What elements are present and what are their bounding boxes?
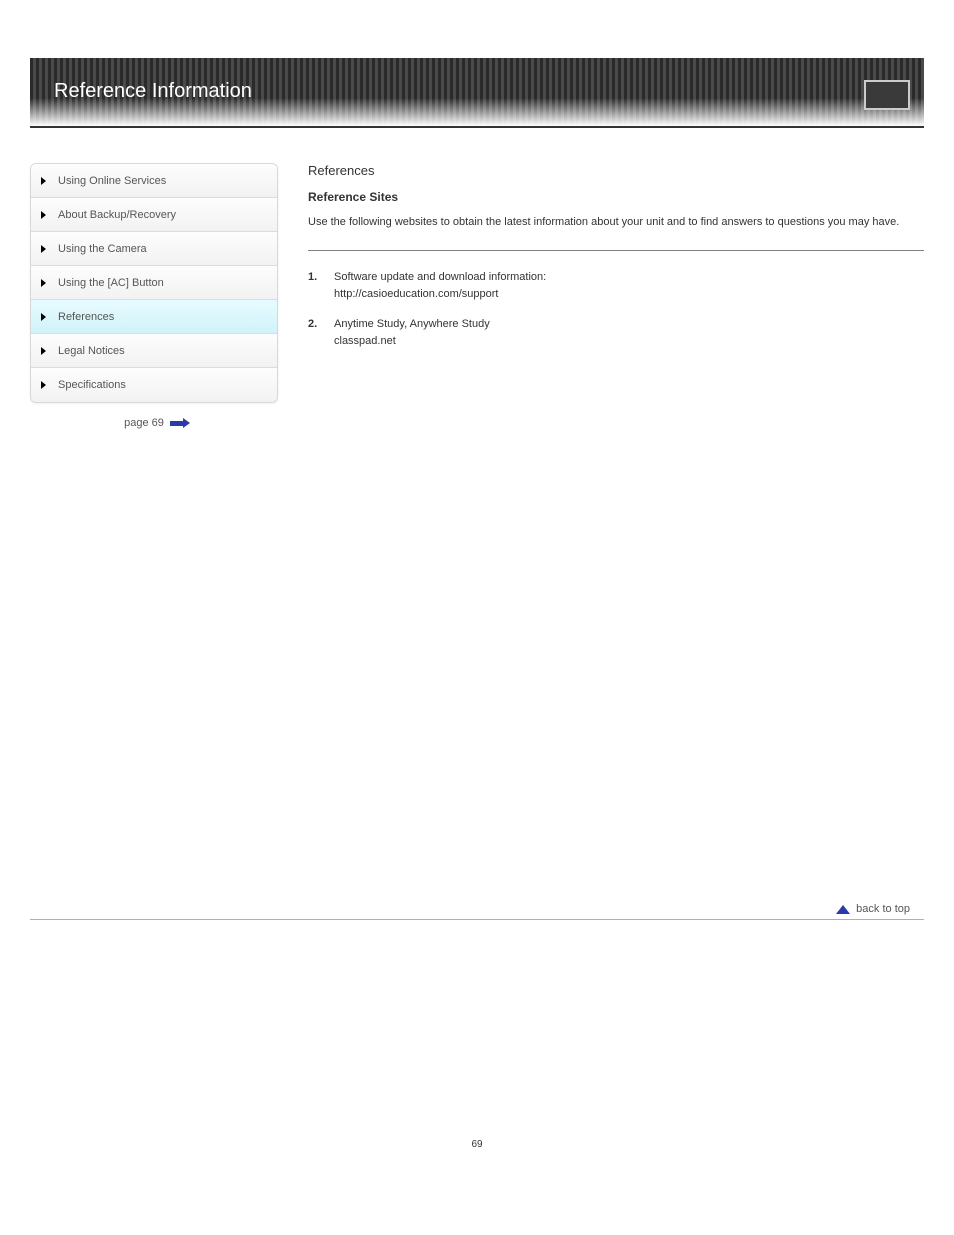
main-content: References Reference Sites Use the follo… [308,163,924,429]
reference-text: Anytime Study, Anywhere Study [334,318,490,330]
chevron-up-icon [836,905,850,914]
chevron-right-icon [41,381,46,389]
header-button[interactable] [864,80,910,110]
sidebar-item-online-services[interactable]: Using Online Services [31,164,277,198]
page-header-title: Reference Information [54,80,252,103]
reference-text: Software update and download information… [334,271,546,283]
next-page-icon[interactable] [170,421,184,426]
footer: back to top [30,919,924,939]
sidebar-item-label: Using the Camera [58,243,147,255]
back-to-top-label: back to top [856,903,910,915]
reference-body: Software update and download information… [334,269,546,304]
sidebar-item-label: Legal Notices [58,345,125,357]
sidebar-item-camera[interactable]: Using the Camera [31,232,277,266]
page-label: page 69 [124,417,164,429]
page-control: page 69 [30,417,278,429]
chevron-right-icon [41,211,46,219]
sidebar-item-backup-recovery[interactable]: About Backup/Recovery [31,198,277,232]
sidebar-item-label: References [58,311,114,323]
sidebar-item-label: Specifications [58,379,126,391]
section-title: References [308,163,924,178]
sidebar-item-references[interactable]: References [31,300,277,334]
reference-bullet: 1. [308,269,326,304]
sidebar-menu: Using Online Services About Backup/Recov… [30,163,278,403]
reference-link[interactable]: classpad.net [334,335,396,347]
sidebar-item-label: Using the [AC] Button [58,277,164,289]
reference-bullet: 2. [308,316,326,351]
sidebar-item-legal-notices[interactable]: Legal Notices [31,334,277,368]
chevron-right-icon [41,177,46,185]
sidebar: Using Online Services About Backup/Recov… [30,163,278,429]
subsection-title: Reference Sites [308,190,924,204]
chevron-right-icon [41,347,46,355]
sidebar-item-ac-button[interactable]: Using the [AC] Button [31,266,277,300]
reference-item: 2. Anytime Study, Anywhere Study classpa… [308,316,924,351]
chevron-right-icon [41,245,46,253]
reference-body: Anytime Study, Anywhere Study classpad.n… [334,316,490,351]
sidebar-item-label: About Backup/Recovery [58,209,176,221]
intro-text: Use the following websites to obtain the… [308,214,924,232]
section-divider [308,250,924,251]
chevron-right-icon [41,279,46,287]
chevron-right-icon [41,313,46,321]
sidebar-item-specifications[interactable]: Specifications [31,368,277,402]
reference-item: 1. Software update and download informat… [308,269,924,304]
page-number: 69 [0,1139,954,1150]
back-to-top-button[interactable]: back to top [836,903,910,915]
sidebar-item-label: Using Online Services [58,175,166,187]
reference-link[interactable]: http://casioeducation.com/support [334,288,498,300]
